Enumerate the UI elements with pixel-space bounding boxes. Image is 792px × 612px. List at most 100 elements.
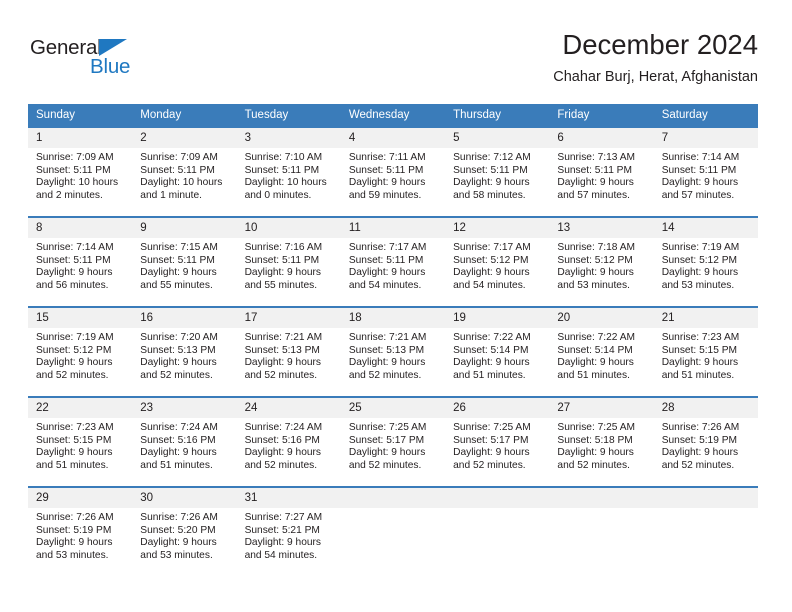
calendar-day-cell[interactable]: 24 Sunrise: 7:24 AM Sunset: 5:16 PM Dayligh… [236, 396, 341, 486]
sunrise-time: Sunrise: 7:27 AM [244, 512, 323, 523]
daylight-duration-line1: Daylight: 9 hours [661, 357, 739, 369]
calendar-day-cell[interactable]: 3 Sunrise: 7:10 AM Sunset: 5:11 PM Daylight… [236, 126, 341, 216]
sunset-time: Sunset: 5:11 PM [140, 164, 215, 176]
calendar-day-cell[interactable]: 1 Sunrise: 7:09 AM Sunset: 5:11 PM Daylight… [28, 126, 133, 216]
calendar-day-cell[interactable]: 21 Sunrise: 7:23 AM Sunset: 5:15 PM Dayligh… [653, 306, 758, 396]
daylight-duration-line2: and 59 minutes. [348, 189, 422, 201]
day-cell-inner: 27 Sunrise: 7:25 AM Sunset: 5:18 PM Dayligh… [549, 396, 654, 486]
sunset-time: Sunset: 5:11 PM [36, 254, 111, 266]
calendar-day-cell[interactable]: 9 Sunrise: 7:15 AM Sunset: 5:11 PM Daylight… [132, 216, 237, 306]
sunset-time: Sunset: 5:11 PM [348, 164, 424, 176]
daylight-duration-line2: and 2 minutes. [36, 189, 103, 201]
day-cell-inner: 13 Sunrise: 7:18 AM Sunset: 5:12 PM Dayligh… [549, 216, 654, 306]
calendar-day-cell[interactable]: 10 Sunrise: 7:16 AM Sunset: 5:11 PM Dayligh… [236, 216, 341, 306]
day-cell-inner: 12 Sunrise: 7:17 AM Sunset: 5:12 PM Dayligh… [445, 216, 550, 306]
calendar-page: General Blue December 2024 Chahar Burj, … [0, 0, 792, 612]
calendar-day-cell[interactable]: 14 Sunrise: 7:19 AM Sunset: 5:12 PM Dayligh… [653, 216, 758, 306]
calendar-day-cell[interactable]: 26 Sunrise: 7:25 AM Sunset: 5:17 PM Dayligh… [445, 396, 550, 486]
sunrise-time: Sunrise: 7:16 AM [244, 242, 323, 253]
day-number: 24 [236, 398, 341, 418]
sunrise-time: Sunrise: 7:25 AM [557, 422, 635, 433]
sunset-time: Sunset: 5:11 PM [36, 164, 111, 176]
day-cell-inner: 11 Sunrise: 7:17 AM Sunset: 5:11 PM Dayligh… [340, 216, 446, 306]
calendar-day-cell[interactable]: 4 Sunrise: 7:11 AM Sunset: 5:11 PM Daylight… [340, 126, 446, 216]
calendar-day-cell[interactable]: 22 Sunrise: 7:23 AM Sunset: 5:15 PM Dayligh… [28, 396, 133, 486]
calendar-day-cell[interactable]: 23 Sunrise: 7:24 AM Sunset: 5:16 PM Dayligh… [132, 396, 237, 486]
weekday-header-saturday: Saturday [653, 104, 758, 126]
daylight-duration-line2: and 0 minutes. [244, 189, 312, 201]
sunset-time: Sunset: 5:11 PM [244, 164, 320, 176]
calendar-day-cell[interactable]: 29 Sunrise: 7:26 AM Sunset: 5:19 PM Dayligh… [28, 486, 133, 576]
day-number: 28 [653, 398, 758, 418]
calendar-day-cell[interactable]: 19 Sunrise: 7:22 AM Sunset: 5:14 PM Dayligh… [445, 306, 550, 396]
calendar-day-cell[interactable]: 8 Sunrise: 7:14 AM Sunset: 5:11 PM Daylight… [28, 216, 133, 306]
sunset-time: Sunset: 5:11 PM [557, 164, 632, 176]
sunset-time: Sunset: 5:20 PM [140, 524, 216, 536]
day-sun-info: Sunrise: 7:25 AM Sunset: 5:18 PM Daylight:… [549, 418, 653, 472]
sunrise-time: Sunrise: 7:19 AM [661, 242, 740, 253]
day-cell-inner: 19 Sunrise: 7:22 AM Sunset: 5:14 PM Dayligh… [445, 306, 550, 396]
daylight-duration-line2: and 51 minutes. [140, 459, 213, 471]
daylight-duration-line2: and 51 minutes. [453, 369, 526, 381]
daylight-duration-line2: and 53 minutes. [36, 549, 109, 561]
day-number: 17 [236, 308, 341, 328]
daylight-duration-line1: Daylight: 9 hours [244, 537, 322, 549]
day-number: 15 [28, 308, 133, 328]
daylight-duration-line1: Daylight: 9 hours [348, 447, 426, 459]
daylight-duration-line1: Daylight: 9 hours [36, 357, 113, 369]
calendar-day-cell[interactable]: 18 Sunrise: 7:21 AM Sunset: 5:13 PM Dayligh… [340, 306, 446, 396]
sunset-time: Sunset: 5:14 PM [453, 344, 529, 356]
day-cell-inner: 26 Sunrise: 7:25 AM Sunset: 5:17 PM Dayligh… [445, 396, 550, 486]
day-sun-info: Sunrise: 7:12 AM Sunset: 5:11 PM Daylight:… [445, 148, 549, 202]
calendar-day-cell[interactable]: 16 Sunrise: 7:20 AM Sunset: 5:13 PM Dayligh… [132, 306, 237, 396]
daylight-duration-line1: Daylight: 9 hours [453, 177, 530, 189]
daylight-duration-line1: Daylight: 9 hours [661, 267, 739, 279]
sunrise-time: Sunrise: 7:09 AM [140, 152, 218, 163]
daylight-duration-line2: and 52 minutes. [557, 459, 630, 471]
day-number: 31 [236, 488, 341, 508]
sunset-time: Sunset: 5:17 PM [348, 434, 425, 446]
day-cell-inner: 16 Sunrise: 7:20 AM Sunset: 5:13 PM Dayligh… [132, 306, 237, 396]
calendar-day-cell[interactable]: 17 Sunrise: 7:21 AM Sunset: 5:13 PM Dayligh… [236, 306, 341, 396]
calendar-day-cell[interactable]: 15 Sunrise: 7:19 AM Sunset: 5:12 PM Dayligh… [28, 306, 133, 396]
calendar-day-cell[interactable]: 2 Sunrise: 7:09 AM Sunset: 5:11 PM Daylight… [132, 126, 237, 216]
day-sun-info: Sunrise: 7:22 AM Sunset: 5:14 PM Daylight:… [445, 328, 549, 382]
daylight-duration-line2: and 52 minutes. [348, 459, 422, 471]
daylight-duration-line2: and 52 minutes. [661, 459, 735, 471]
daylight-duration-line2: and 52 minutes. [244, 369, 318, 381]
sunrise-time: Sunrise: 7:26 AM [661, 422, 740, 433]
calendar-day-cell[interactable]: 6 Sunrise: 7:13 AM Sunset: 5:11 PM Daylight… [549, 126, 654, 216]
daylight-duration-line2: and 51 minutes. [36, 459, 109, 471]
calendar-day-cell[interactable]: 12 Sunrise: 7:17 AM Sunset: 5:12 PM Dayligh… [445, 216, 550, 306]
calendar-day-cell[interactable]: 31 Sunrise: 7:27 AM Sunset: 5:21 PM Dayligh… [236, 486, 341, 576]
calendar-day-cell[interactable]: 28 Sunrise: 7:26 AM Sunset: 5:19 PM Dayligh… [653, 396, 758, 486]
day-number: 11 [340, 218, 446, 238]
page-title: December 2024 [562, 29, 758, 60]
calendar-day-cell[interactable]: 25 Sunrise: 7:25 AM Sunset: 5:17 PM Dayligh… [340, 396, 446, 486]
day-sun-info [549, 508, 653, 512]
calendar-day-cell[interactable]: 11 Sunrise: 7:17 AM Sunset: 5:11 PM Dayligh… [340, 216, 446, 306]
day-number: 20 [549, 308, 654, 328]
day-number: 18 [340, 308, 446, 328]
calendar-day-cell[interactable]: 7 Sunrise: 7:14 AM Sunset: 5:11 PM Daylight… [653, 126, 758, 216]
daylight-duration-line1: Daylight: 9 hours [140, 537, 217, 549]
calendar-week-row: 15 Sunrise: 7:19 AM Sunset: 5:12 PM Dayligh… [28, 306, 758, 396]
calendar-day-cell[interactable]: 27 Sunrise: 7:25 AM Sunset: 5:18 PM Dayligh… [549, 396, 654, 486]
calendar-day-cell[interactable]: 30 Sunrise: 7:26 AM Sunset: 5:20 PM Dayligh… [132, 486, 237, 576]
calendar-day-cell[interactable]: 20 Sunrise: 7:22 AM Sunset: 5:14 PM Dayligh… [549, 306, 654, 396]
general-blue-logo[interactable]: General Blue [30, 36, 160, 84]
day-number: 27 [549, 398, 654, 418]
day-cell-inner: 2 Sunrise: 7:09 AM Sunset: 5:11 PM Daylight… [132, 126, 237, 216]
day-sun-info: Sunrise: 7:24 AM Sunset: 5:16 PM Daylight:… [237, 418, 341, 472]
daylight-duration-line2: and 54 minutes. [244, 549, 318, 561]
day-cell-inner: 15 Sunrise: 7:19 AM Sunset: 5:12 PM Dayligh… [28, 306, 133, 396]
day-cell-inner: 31 Sunrise: 7:27 AM Sunset: 5:21 PM Dayligh… [236, 486, 341, 576]
sunrise-time: Sunrise: 7:22 AM [453, 332, 531, 343]
calendar-day-cell[interactable]: 13 Sunrise: 7:18 AM Sunset: 5:12 PM Dayligh… [549, 216, 654, 306]
calendar-day-cell[interactable]: 5 Sunrise: 7:12 AM Sunset: 5:11 PM Daylight… [445, 126, 550, 216]
sunrise-time: Sunrise: 7:21 AM [244, 332, 323, 343]
daylight-duration-line1: Daylight: 9 hours [557, 177, 634, 189]
day-cell-inner [445, 486, 550, 576]
daylight-duration-line1: Daylight: 9 hours [661, 447, 739, 459]
sunset-time: Sunset: 5:13 PM [140, 344, 216, 356]
